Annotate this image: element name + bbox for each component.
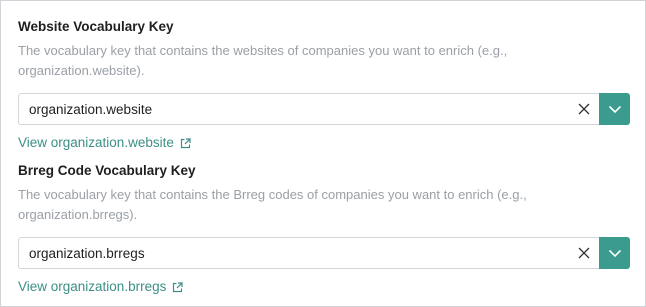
vocabulary-key-select[interactable]: organization.brregs bbox=[18, 237, 630, 269]
vocabulary-key-select[interactable]: organization.website bbox=[18, 93, 630, 125]
view-vocabulary-link[interactable]: View organization.website bbox=[18, 134, 191, 152]
clear-button[interactable] bbox=[569, 94, 599, 124]
field-description: The vocabulary key that contains the web… bbox=[18, 43, 508, 78]
field-title: Brreg Code Vocabulary Key bbox=[18, 163, 196, 178]
dropdown-button[interactable] bbox=[599, 237, 630, 269]
chevron-down-icon bbox=[608, 105, 621, 113]
close-icon bbox=[578, 247, 590, 259]
dropdown-button[interactable] bbox=[599, 93, 630, 125]
select-input[interactable]: organization.website bbox=[18, 93, 599, 125]
selected-value: organization.website bbox=[29, 101, 153, 117]
field-description: The vocabulary key that contains the Brr… bbox=[18, 187, 527, 222]
close-icon bbox=[578, 103, 590, 115]
select-input[interactable]: organization.brregs bbox=[18, 237, 599, 269]
settings-panel: Website Vocabulary Key The vocabulary ke… bbox=[0, 0, 646, 307]
link-label: View organization.website bbox=[18, 135, 174, 150]
chevron-down-icon bbox=[608, 249, 621, 257]
field-title: Website Vocabulary Key bbox=[18, 19, 174, 34]
external-link-icon bbox=[172, 281, 183, 293]
clear-button[interactable] bbox=[569, 238, 599, 268]
view-vocabulary-link[interactable]: View organization.brregs bbox=[18, 278, 183, 296]
link-label: View organization.brregs bbox=[18, 279, 167, 294]
external-link-icon bbox=[180, 137, 191, 149]
brreg-code-vocabulary-key-field: Brreg Code Vocabulary Key The vocabulary… bbox=[18, 162, 630, 296]
website-vocabulary-key-field: Website Vocabulary Key The vocabulary ke… bbox=[18, 18, 630, 152]
selected-value: organization.brregs bbox=[29, 245, 145, 261]
